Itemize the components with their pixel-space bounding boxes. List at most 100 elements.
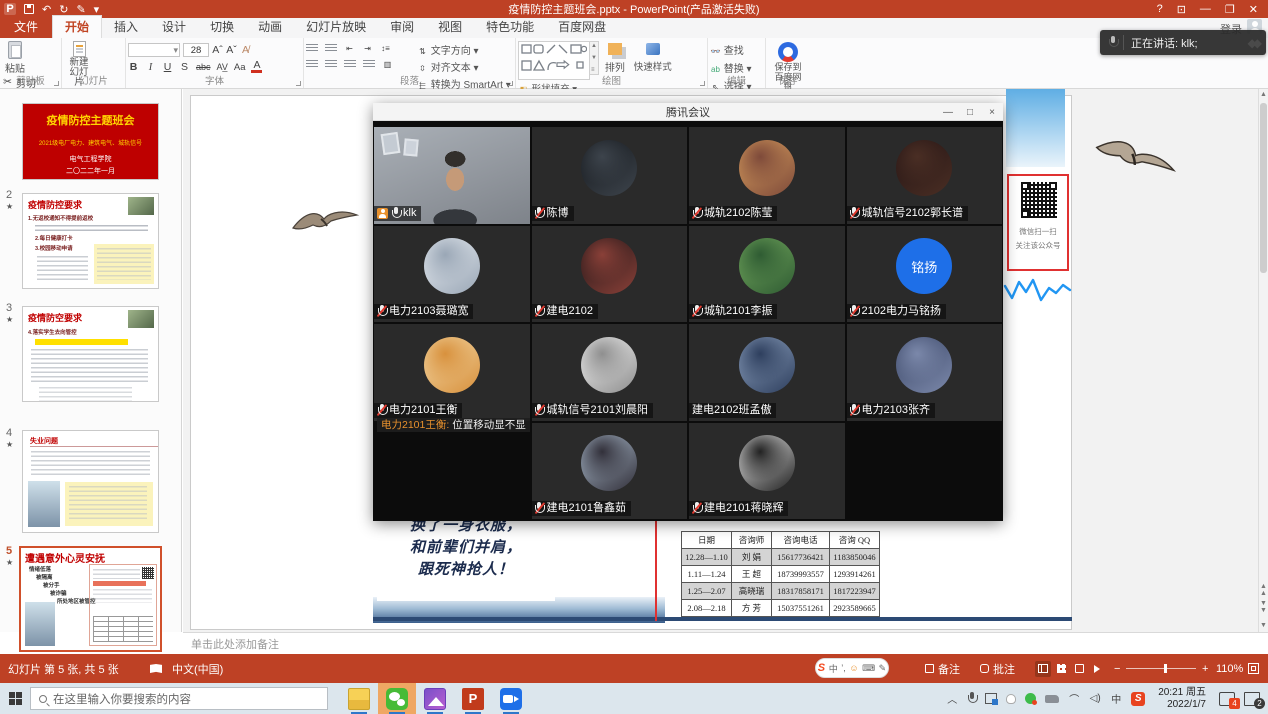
taskbar-file-explorer[interactable] [340, 683, 378, 714]
meeting-maximize-button[interactable]: □ [959, 103, 981, 121]
columns-icon[interactable]: ▥ [382, 60, 393, 69]
taskbar-photos-app[interactable] [416, 683, 454, 714]
previous-slide-icon[interactable]: ▲▲ [1259, 583, 1268, 597]
thumbnail-slide-4[interactable]: 失业问题 [22, 430, 159, 533]
vertical-scrollbar[interactable]: ▲ ▲▲ ▼▼ ▼ [1258, 89, 1268, 632]
tray-expand-icon[interactable]: ︿ [946, 691, 958, 706]
reading-view-button[interactable] [1071, 661, 1087, 677]
align-text-button[interactable]: ⇳ 对齐文本 ▾ [417, 59, 511, 74]
participant-tile[interactable]: 城轨2101李振 [689, 226, 845, 323]
underline-button[interactable]: U [162, 61, 173, 73]
notes-pane[interactable]: 单击此处添加备注 [183, 632, 1268, 654]
participant-tile[interactable]: 城轨2102陈莹 [689, 127, 845, 224]
tray-volume-icon[interactable]: ◁) [1089, 693, 1101, 704]
start-button[interactable] [0, 692, 30, 705]
participant-tile[interactable]: 电力2103聂璐宽 [374, 226, 530, 323]
find-button[interactable]: 👓 查找 [710, 42, 752, 57]
participant-tile[interactable]: 城轨信号2101刘晨阳 [532, 324, 688, 421]
tab-home[interactable]: 开始 [52, 15, 102, 38]
char-spacing-button[interactable]: AV̲ [217, 62, 228, 72]
taskbar-wechat-active[interactable] [378, 683, 416, 714]
consultation-table[interactable]: 日期咨询师咨询电话咨询 QQ12.28—1.10刘 娟1561773642111… [681, 531, 880, 617]
increase-indent-icon[interactable]: ⇥ [362, 44, 373, 53]
notes-toggle[interactable]: 备注 [925, 654, 960, 683]
thumbnail-slide-3[interactable]: 疫情防空要求 4.落实学生去向管控 [22, 306, 159, 402]
zoom-level[interactable]: 110% [1216, 654, 1243, 683]
tab-insert[interactable]: 插入 [102, 16, 150, 38]
touch-mode-icon[interactable]: ✎ [76, 3, 85, 16]
spellcheck-icon[interactable] [150, 654, 162, 683]
thumbnail-slide-1[interactable]: 疫情防控主题班会 2021级电厂电力、建筑电气、城轨信号 电气工程学院 二〇二二… [22, 103, 159, 180]
slide-sorter-view-button[interactable] [1053, 661, 1069, 677]
font-color-button[interactable]: A [251, 61, 262, 73]
comments-toggle[interactable]: 批注 [980, 654, 1015, 683]
taskbar-search-input[interactable]: 在这里输入你要搜索的内容 [30, 687, 328, 710]
tab-animations[interactable]: 动画 [246, 16, 294, 38]
scroll-down-icon[interactable]: ▼ [1259, 620, 1268, 632]
fit-to-window-button[interactable] [1248, 654, 1259, 683]
participant-tile[interactable]: 电力2103张齐 [847, 324, 1003, 421]
tab-transitions[interactable]: 切换 [198, 16, 246, 38]
tray-mic-icon[interactable] [967, 692, 976, 705]
zoom-out-button[interactable]: − [1114, 654, 1120, 683]
close-button[interactable]: ✕ [1249, 3, 1258, 16]
meeting-minimize-button[interactable]: — [937, 103, 959, 121]
taskbar-clock[interactable]: 20:21 周五2022/1/7 [1154, 687, 1210, 711]
tab-review[interactable]: 审阅 [378, 16, 426, 38]
keyboard-icon[interactable]: ⌨ [862, 663, 875, 674]
align-right-icon[interactable] [344, 60, 356, 69]
normal-view-button[interactable] [1035, 661, 1051, 677]
redo-icon[interactable]: ↻ [59, 3, 68, 16]
tray-network-icon[interactable]: ⌒ [1068, 691, 1080, 706]
participant-tile[interactable]: 电力2101王衡电力2101王衡: 位置移动显不显 [374, 324, 530, 421]
participant-tile[interactable]: 陈博 [532, 127, 688, 224]
bullets-icon[interactable] [306, 44, 318, 53]
quick-styles-button[interactable]: 快速样式 [631, 41, 675, 73]
minimize-button[interactable]: — [1200, 3, 1211, 15]
taskbar-tencent-meeting[interactable] [492, 683, 530, 714]
participant-tile[interactable]: 建电2101鲁鑫茹 [532, 423, 688, 520]
tab-special-features[interactable]: 特色功能 [474, 16, 546, 38]
maximize-button[interactable]: ❐ [1225, 3, 1235, 16]
italic-button[interactable]: I [145, 62, 156, 73]
change-case-button[interactable]: Aa [234, 62, 246, 73]
align-center-icon[interactable] [325, 60, 337, 69]
shrink-font-icon[interactable]: Aˇ [226, 44, 237, 56]
grow-font-icon[interactable]: Aˆ [212, 44, 223, 56]
zoom-slider[interactable] [1126, 654, 1196, 683]
tab-baidu-netdisk[interactable]: 百度网盘 [546, 16, 618, 38]
clear-format-icon[interactable]: A̸ [240, 44, 251, 56]
arrange-button[interactable]: 排列 [602, 41, 628, 74]
justify-icon[interactable] [363, 60, 375, 69]
decrease-indent-icon[interactable]: ⇤ [344, 44, 355, 53]
tray-sogou-icon[interactable]: S [1131, 692, 1145, 706]
font-name-combobox[interactable]: ▾ [128, 43, 180, 57]
scrollbar-thumb[interactable] [1260, 103, 1267, 273]
punctuation-icon[interactable]: ’, [841, 663, 846, 673]
zoom-in-button[interactable]: + [1202, 654, 1208, 683]
language-indicator[interactable]: 中文(中国) [172, 654, 223, 683]
seagull-image-left[interactable] [291, 204, 361, 240]
tencent-meeting-window[interactable]: 腾讯会议 — □ × klk陈博城轨2102陈莹城轨信号2102郭长谱电力210… [373, 103, 1003, 521]
participant-tile[interactable]: 城轨信号2102郭长谱 [847, 127, 1003, 224]
shapes-gallery-scroll[interactable]: ▲▼≡ [590, 41, 599, 75]
clipboard-dialog-launcher[interactable] [54, 81, 59, 86]
ime-mode-icon[interactable]: 中 [829, 662, 838, 675]
next-slide-icon[interactable]: ▼▼ [1259, 600, 1268, 614]
notification-flag-icon[interactable]: 4 [1219, 692, 1235, 706]
tray-bell-icon[interactable] [1006, 694, 1016, 704]
tab-file[interactable]: 文件 [0, 16, 52, 38]
line-spacing-icon[interactable]: ↕≡ [380, 44, 391, 53]
participant-tile[interactable]: 建电2101蒋晓辉 [689, 423, 845, 520]
thumbnail-slide-2[interactable]: 疫情防控要求 1.无返校通知不得提前返校 2.每日健康打卡 3.校园移动申请 [22, 193, 159, 289]
toolbox-icon[interactable]: ✎ [879, 663, 887, 674]
thumbnail-slide-5-selected[interactable]: 遭遇意外心灵安抚 情绪低落被隔离被分手被诈骗所处地区被管控 [19, 546, 162, 652]
participant-tile[interactable]: 建电2102班孟傲 [689, 324, 845, 421]
slideshow-button[interactable] [1089, 661, 1105, 677]
drawing-dialog-launcher[interactable] [700, 81, 705, 86]
align-left-icon[interactable] [306, 60, 318, 69]
participant-tile[interactable]: 建电2102 [532, 226, 688, 323]
scroll-up-icon[interactable]: ▲ [1259, 89, 1268, 101]
help-icon[interactable]: ? [1157, 3, 1163, 15]
seagull-image-right[interactable] [1076, 99, 1195, 221]
